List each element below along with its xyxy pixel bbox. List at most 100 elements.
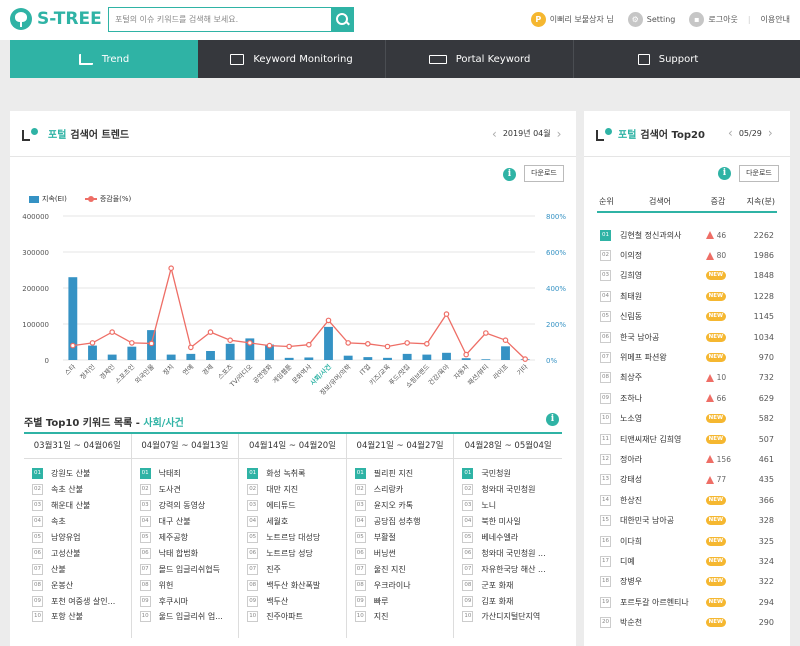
keyword-row[interactable]: 08 백두산 화산폭발 bbox=[247, 577, 346, 593]
keyword-row[interactable]: 06 버닝썬 bbox=[354, 545, 454, 561]
rank-badge: 09 bbox=[354, 595, 366, 607]
guide-link[interactable]: 이용안내 bbox=[761, 14, 790, 25]
keyword-row[interactable]: 01 필리핀 지진 bbox=[354, 466, 454, 482]
setting-link[interactable]: ⚙ Setting bbox=[627, 11, 675, 27]
keyword-row[interactable]: 07 산불 bbox=[32, 561, 131, 577]
keyword-row[interactable]: 10 포항 산불 bbox=[32, 609, 131, 625]
keyword-row[interactable]: 10 진주아파트 bbox=[247, 609, 346, 625]
keyword-row[interactable]: 09 김포 화재 bbox=[462, 593, 562, 609]
search-icon[interactable] bbox=[331, 8, 353, 31]
keyword-row[interactable]: 06 고성산불 bbox=[32, 545, 131, 561]
top20-row[interactable]: 06 한국 남아공 NEW 1034 bbox=[600, 327, 774, 347]
top20-row[interactable]: 14 한상진 NEW 366 bbox=[600, 490, 774, 510]
search-input[interactable] bbox=[109, 8, 331, 31]
keyword-row[interactable]: 10 지진 bbox=[354, 609, 454, 625]
top20-row[interactable]: 19 포르투갈 아르헨티나 NEW 294 bbox=[600, 592, 774, 612]
top20-row[interactable]: 16 이다희 NEW 325 bbox=[600, 531, 774, 551]
top20-row[interactable]: 04 최태원 NEW 1228 bbox=[600, 286, 774, 306]
info-icon[interactable]: i bbox=[546, 413, 559, 426]
keyword-row[interactable]: 09 백두산 bbox=[247, 593, 346, 609]
top20-row[interactable]: 13 강태성 77 435 bbox=[600, 470, 774, 490]
keyword-row[interactable]: 06 낙태 합법화 bbox=[139, 545, 239, 561]
top20-row[interactable]: 09 조하나 66 629 bbox=[600, 388, 774, 408]
keyword-row[interactable]: 06 노트르담 성당 bbox=[247, 545, 346, 561]
top20-row[interactable]: 05 신림동 NEW 1145 bbox=[600, 307, 774, 327]
keyword-row[interactable]: 05 노트르담 대성당 bbox=[247, 530, 346, 546]
keyword-row[interactable]: 08 위헌 bbox=[139, 577, 239, 593]
keyword-row[interactable]: 04 대구 산불 bbox=[139, 514, 239, 530]
keyword-row[interactable]: 07 몰드 입글리쉬협득 bbox=[139, 561, 239, 577]
keyword-row[interactable]: 10 가산디지털단지역 bbox=[462, 609, 562, 625]
weekly-table: 03월31일 ~ 04월06일 01 강원도 산불 02 속초 산불 03 해운대 산불 04… bbox=[24, 432, 562, 638]
keyword-row[interactable]: 01 낙태죄 bbox=[139, 466, 239, 482]
keyword-row[interactable]: 09 후쿠시마 bbox=[139, 593, 239, 609]
keyword-row[interactable]: 07 울진 지진 bbox=[354, 561, 454, 577]
nav-tab-support[interactable]: Support bbox=[574, 40, 762, 78]
top20-row[interactable]: 02 이의정 80 1986 bbox=[600, 245, 774, 265]
keyword-row[interactable]: 02 속초 산불 bbox=[32, 482, 131, 498]
keyword-row[interactable]: 05 베네수엘라 bbox=[462, 530, 562, 546]
top20-row[interactable]: 17 디예 NEW 324 bbox=[600, 551, 774, 571]
keyword-row[interactable]: 08 운봉산 bbox=[32, 577, 131, 593]
logo[interactable]: S-TREE bbox=[10, 8, 102, 30]
top20-row[interactable]: 10 노소영 NEW 582 bbox=[600, 409, 774, 429]
keyword-row[interactable]: 06 청와대 국민청원 ... bbox=[462, 545, 562, 561]
top20-row[interactable]: 03 김희영 NEW 1848 bbox=[600, 266, 774, 286]
keyword-row[interactable]: 01 강원도 산불 bbox=[32, 466, 131, 482]
keyword-row[interactable]: 05 제주공항 bbox=[139, 530, 239, 546]
top20-row[interactable]: 11 티앤씨재단 김희영 NEW 507 bbox=[600, 429, 774, 449]
info-icon[interactable]: i bbox=[718, 167, 731, 180]
nav-tab-portal-keyword[interactable]: Portal Keyword bbox=[386, 40, 574, 78]
keyword-row[interactable]: 04 북한 미사일 bbox=[462, 514, 562, 530]
chevron-left-icon[interactable]: ‹ bbox=[728, 127, 733, 139]
line-point bbox=[345, 340, 351, 346]
top20-row[interactable]: 12 정아라 156 461 bbox=[600, 449, 774, 469]
keyword-row[interactable]: 03 노니 bbox=[462, 498, 562, 514]
user-profile[interactable]: P 이뻐리 보물상자 님 bbox=[530, 11, 614, 27]
chevron-right-icon[interactable]: › bbox=[768, 127, 773, 139]
keyword-row[interactable]: 03 해운대 산불 bbox=[32, 498, 131, 514]
keyword-row[interactable]: 09 포천 여중생 살인... bbox=[32, 593, 131, 609]
keyword-row[interactable]: 04 속초 bbox=[32, 514, 131, 530]
keyword-row[interactable]: 01 국민청원 bbox=[462, 466, 562, 482]
keyword-row[interactable]: 03 에티튜드 bbox=[247, 498, 346, 514]
keyword-row[interactable]: 02 스리랑카 bbox=[354, 482, 454, 498]
keyword-row[interactable]: 02 대만 지진 bbox=[247, 482, 346, 498]
top20-row[interactable]: 20 박순천 NEW 290 bbox=[600, 612, 774, 632]
keyword-row[interactable]: 01 화성 녹취록 bbox=[247, 466, 346, 482]
top20-row[interactable]: 08 최상주 10 732 bbox=[600, 368, 774, 388]
keyword-row[interactable]: 03 강력의 동영상 bbox=[139, 498, 239, 514]
change-cell: 46 bbox=[705, 231, 742, 240]
top20-row[interactable]: 07 위메프 파션왕 NEW 970 bbox=[600, 347, 774, 367]
keyword-row[interactable]: 07 진주 bbox=[247, 561, 346, 577]
keyword-row[interactable]: 08 군포 화재 bbox=[462, 577, 562, 593]
keyword-row[interactable]: 02 청와대 국민청원 bbox=[462, 482, 562, 498]
chevron-right-icon[interactable]: › bbox=[557, 128, 562, 140]
keyword-row[interactable]: 04 세월호 bbox=[247, 514, 346, 530]
rank-badge: 01 bbox=[32, 468, 43, 480]
nav-tab-keyword-monitoring[interactable]: Keyword Monitoring bbox=[198, 40, 386, 78]
bar bbox=[501, 346, 510, 360]
info-icon[interactable]: i bbox=[503, 168, 516, 181]
logout-link[interactable]: ▪ 로그아웃 bbox=[689, 11, 738, 27]
nav-tab-trend[interactable]: Trend bbox=[10, 40, 198, 78]
keyword-row[interactable]: 04 공당집 성추행 bbox=[354, 514, 454, 530]
rank-badge: 04 bbox=[139, 516, 151, 528]
top20-row[interactable]: 18 장병우 NEW 322 bbox=[600, 572, 774, 592]
keyword-row[interactable]: 05 남양유업 bbox=[32, 530, 131, 546]
keyword-row[interactable]: 05 부활절 bbox=[354, 530, 454, 546]
keyword-row[interactable]: 09 빠루 bbox=[354, 593, 454, 609]
keyword-row[interactable]: 03 윤지오 카톡 bbox=[354, 498, 454, 514]
keyword-row[interactable]: 08 우크라이나 bbox=[354, 577, 454, 593]
download-button[interactable]: 다운로드 bbox=[739, 165, 779, 182]
keyword-row[interactable]: 10 울드 입글리쉬 업... bbox=[139, 609, 239, 625]
title-accent: 포털 bbox=[48, 130, 67, 141]
top20-row[interactable]: 15 대한민국 남아공 NEW 328 bbox=[600, 510, 774, 530]
chevron-left-icon[interactable]: ‹ bbox=[492, 128, 497, 140]
keyword-text: 정아라 bbox=[620, 454, 643, 464]
keyword-row[interactable]: 02 도사견 bbox=[139, 482, 239, 498]
top20-row[interactable]: 01 김현철 정신과의사 46 2262 bbox=[600, 225, 774, 245]
download-button[interactable]: 다운로드 bbox=[524, 165, 564, 182]
keyword-text: 대구 산불 bbox=[158, 517, 191, 527]
keyword-row[interactable]: 07 자유한국당 해산 ... bbox=[462, 561, 562, 577]
